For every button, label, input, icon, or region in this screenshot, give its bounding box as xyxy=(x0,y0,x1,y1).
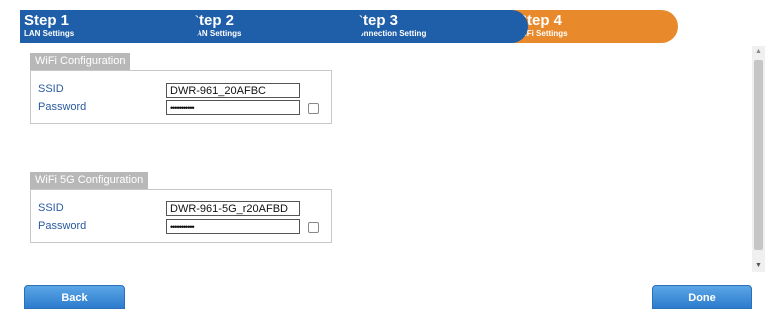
wifi-password-label: Password xyxy=(38,101,87,113)
done-button[interactable]: Done xyxy=(652,285,752,309)
back-button[interactable]: Back xyxy=(24,285,125,309)
wifi5g-ssid-input[interactable] xyxy=(166,201,300,216)
step-1[interactable]: Step 1 LAN Settings xyxy=(20,10,200,43)
step-2[interactable]: Step 2 WAN Settings xyxy=(184,10,364,43)
step-1-title: Step 1 xyxy=(24,12,70,29)
step-2-subtitle: WAN Settings xyxy=(189,29,242,38)
wifi5g-ssid-label: SSID xyxy=(38,202,64,214)
step-3-subtitle: Connection Setting xyxy=(353,29,427,38)
wifi5g-show-password-checkbox[interactable] xyxy=(308,222,319,233)
wizard-step-bar: Step 1 LAN Settings Step 2 WAN Settings … xyxy=(20,10,680,44)
wifi5g-password-label: Password xyxy=(38,220,87,232)
vertical-scrollbar[interactable]: ▲ ▼ xyxy=(752,46,765,272)
scroll-up-arrow-icon[interactable]: ▲ xyxy=(752,48,765,56)
step-4-title: Step 4 xyxy=(517,12,563,29)
settings-panel: WiFi Configuration SSID Password WiFi 5G… xyxy=(20,46,751,272)
scrollbar-thumb[interactable] xyxy=(754,60,763,250)
scroll-down-arrow-icon[interactable]: ▼ xyxy=(752,262,765,270)
wifi5g-section-title: WiFi 5G Configuration xyxy=(30,172,149,189)
wifi-ssid-input[interactable] xyxy=(166,83,300,98)
step-1-subtitle: LAN Settings xyxy=(24,29,75,38)
step-3-title: Step 3 xyxy=(353,12,399,29)
wifi-section-box: SSID Password xyxy=(30,70,332,124)
step-3[interactable]: Step 3 Connection Setting xyxy=(348,10,528,43)
step-2-title: Step 2 xyxy=(189,12,235,29)
wifi5g-section-box: SSID Password xyxy=(30,189,332,243)
step-4-subtitle: WiFi Settings xyxy=(517,29,568,38)
wifi-show-password-checkbox[interactable] xyxy=(308,103,319,114)
wifi5g-password-input[interactable] xyxy=(166,219,300,234)
wifi-section-title: WiFi Configuration xyxy=(30,53,131,70)
wifi-password-input[interactable] xyxy=(166,100,300,115)
step-4[interactable]: Step 4 WiFi Settings xyxy=(512,10,678,43)
wifi-ssid-label: SSID xyxy=(38,83,64,95)
